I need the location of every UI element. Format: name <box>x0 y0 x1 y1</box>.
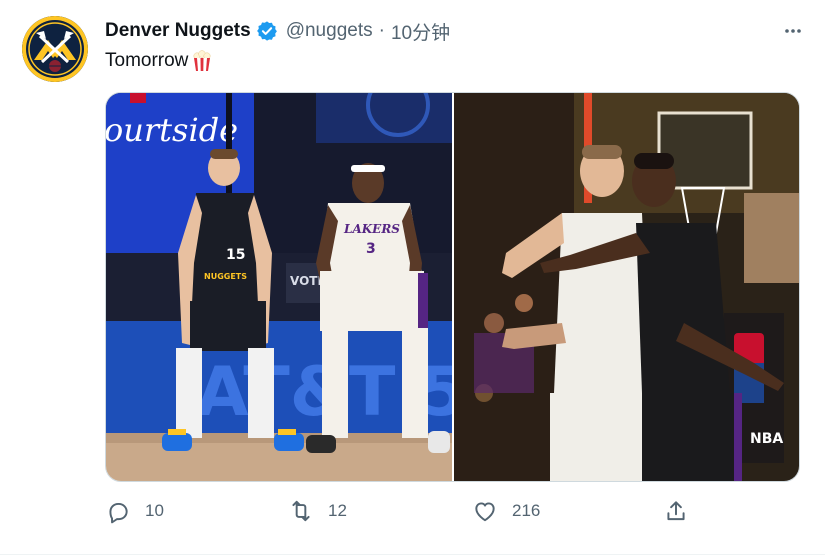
share-button[interactable] <box>663 498 689 524</box>
more-options-button[interactable] <box>781 19 805 43</box>
banner-text: ourtside <box>106 111 238 149</box>
nuggets-logo-icon <box>22 16 88 82</box>
reply-button[interactable]: 10 <box>105 498 164 524</box>
like-button[interactable]: 216 <box>472 498 540 524</box>
heart-icon <box>475 502 495 522</box>
media-grid[interactable]: ourtside VOTE AT&T 5 15 NUGGETS <box>105 92 800 482</box>
separator-dot: · <box>378 20 385 41</box>
retweet-icon <box>292 500 310 522</box>
photo-embrace[interactable]: NBA <box>454 93 799 481</box>
reply-count: 10 <box>145 501 164 520</box>
nba-sign-text: NBA <box>750 431 783 447</box>
photo-jokic-davis-court[interactable]: ourtside VOTE AT&T 5 15 NUGGETS <box>106 93 466 481</box>
share-icon <box>667 501 685 521</box>
tweet[interactable]: Denver Nuggets @nuggets · 10分钟 Tomorrow <box>0 0 825 555</box>
author-handle[interactable]: @nuggets <box>286 20 373 42</box>
davis-jersey-number: 3 <box>366 241 376 257</box>
tweet-text-content: Tomorrow <box>105 50 189 71</box>
verified-badge-icon <box>256 20 278 42</box>
retweet-count: 12 <box>328 501 347 520</box>
timestamp[interactable]: 10分钟 <box>391 18 450 45</box>
jokic-jersey-team: NUGGETS <box>204 272 247 281</box>
reply-icon <box>109 502 128 524</box>
avatar[interactable] <box>22 16 88 82</box>
action-bar: 10 12 216 <box>105 498 705 530</box>
popcorn-icon <box>192 50 212 72</box>
like-count: 216 <box>512 501 541 520</box>
tweet-text: Tomorrow <box>105 50 212 72</box>
author-name[interactable]: Denver Nuggets <box>105 20 251 42</box>
jokic-jersey-number: 15 <box>226 247 245 263</box>
retweet-button[interactable]: 12 <box>288 498 347 524</box>
davis-jersey-team: LAKERS <box>343 222 400 236</box>
more-dots-icon <box>785 29 801 33</box>
tweet-header: Denver Nuggets @nuggets · 10分钟 <box>105 18 450 45</box>
